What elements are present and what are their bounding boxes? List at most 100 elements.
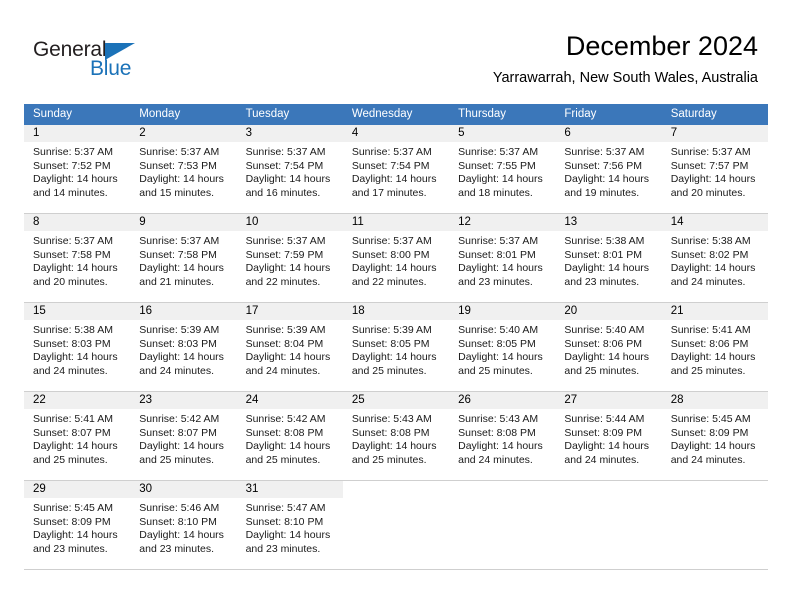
day-cell[interactable]: 17 Sunrise: 5:39 AM Sunset: 8:04 PM Dayl… xyxy=(236,303,343,391)
week-row: 8 Sunrise: 5:37 AM Sunset: 7:58 PM Dayli… xyxy=(24,214,768,303)
sunrise-text: Sunrise: 5:38 AM xyxy=(670,235,751,247)
day-cell[interactable]: 18 Sunrise: 5:39 AM Sunset: 8:05 PM Dayl… xyxy=(342,303,450,391)
sunrise-text: Sunrise: 5:38 AM xyxy=(33,324,113,336)
weekday-header-sunday: Sunday xyxy=(33,108,73,120)
sunrise-text: Sunrise: 5:40 AM xyxy=(564,324,645,336)
daylight-text-line1: Daylight: 14 hours xyxy=(245,351,331,364)
day-number: 11 xyxy=(342,214,450,231)
day-number: 21 xyxy=(661,303,768,320)
day-details: Sunrise: 5:38 AM Sunset: 8:02 PM Dayligh… xyxy=(662,231,768,289)
day-cell[interactable]: 29 Sunrise: 5:45 AM Sunset: 8:09 PM Dayl… xyxy=(24,481,131,569)
daylight-text-line2: and 15 minutes. xyxy=(139,186,214,199)
day-details: Sunrise: 5:47 AM Sunset: 8:10 PM Dayligh… xyxy=(237,498,343,556)
daylight-text-line2: and 14 minutes. xyxy=(33,186,108,199)
day-cell[interactable]: 19 Sunrise: 5:40 AM Sunset: 8:05 PM Dayl… xyxy=(449,303,556,391)
day-details: Sunrise: 5:44 AM Sunset: 8:09 PM Dayligh… xyxy=(555,409,661,467)
daylight-text-line1: Daylight: 14 hours xyxy=(33,351,118,364)
daylight-text-line1: Daylight: 14 hours xyxy=(670,440,756,453)
day-number: 13 xyxy=(555,214,662,231)
sunrise-text: Sunrise: 5:38 AM xyxy=(564,235,645,247)
sunset-text: Sunset: 8:06 PM xyxy=(564,337,643,350)
day-cell[interactable]: 14 Sunrise: 5:38 AM Sunset: 8:02 PM Dayl… xyxy=(661,214,768,302)
day-cell[interactable]: 2 Sunrise: 5:37 AM Sunset: 7:53 PM Dayli… xyxy=(130,125,237,213)
day-cell[interactable]: 15 Sunrise: 5:38 AM Sunset: 8:03 PM Dayl… xyxy=(24,303,131,391)
daylight-text-line2: and 23 minutes. xyxy=(564,275,640,288)
daylight-text-line2: and 24 minutes. xyxy=(564,453,640,466)
sunset-text: Sunset: 8:05 PM xyxy=(458,337,536,350)
daylight-text-line2: and 25 minutes. xyxy=(564,364,640,377)
daylight-text-line2: and 25 minutes. xyxy=(245,453,321,466)
daylight-text-line1: Daylight: 14 hours xyxy=(351,173,437,186)
day-details: Sunrise: 5:37 AM Sunset: 7:59 PM Dayligh… xyxy=(237,231,343,289)
daylight-text-line2: and 24 minutes. xyxy=(139,364,214,377)
day-details: Sunrise: 5:37 AM Sunset: 7:55 PM Dayligh… xyxy=(449,142,555,200)
day-cell[interactable]: 25 Sunrise: 5:43 AM Sunset: 8:08 PM Dayl… xyxy=(342,392,450,480)
day-cell[interactable]: 12 Sunrise: 5:37 AM Sunset: 8:01 PM Dayl… xyxy=(449,214,556,302)
sunrise-text: Sunrise: 5:45 AM xyxy=(33,502,113,514)
weekday-header-monday: Monday xyxy=(139,108,181,120)
day-number: 16 xyxy=(130,303,237,320)
day-number: 29 xyxy=(24,481,131,498)
daylight-text-line2: and 25 minutes. xyxy=(458,364,533,377)
day-cell[interactable]: 8 Sunrise: 5:37 AM Sunset: 7:58 PM Dayli… xyxy=(24,214,131,302)
day-cell-empty xyxy=(449,481,556,569)
day-cell[interactable]: 28 Sunrise: 5:45 AM Sunset: 8:09 PM Dayl… xyxy=(661,392,768,480)
day-number: 25 xyxy=(342,392,450,409)
day-cell[interactable]: 11 Sunrise: 5:37 AM Sunset: 8:00 PM Dayl… xyxy=(342,214,450,302)
sunrise-text: Sunrise: 5:37 AM xyxy=(458,146,539,158)
day-cell[interactable]: 13 Sunrise: 5:38 AM Sunset: 8:01 PM Dayl… xyxy=(555,214,662,302)
day-details: Sunrise: 5:45 AM Sunset: 8:09 PM Dayligh… xyxy=(662,409,768,467)
day-cell[interactable]: 4 Sunrise: 5:37 AM Sunset: 7:54 PM Dayli… xyxy=(342,125,450,213)
day-cell[interactable]: 7 Sunrise: 5:37 AM Sunset: 7:57 PM Dayli… xyxy=(661,125,768,213)
sunset-text: Sunset: 8:07 PM xyxy=(139,426,217,439)
daylight-text-line2: and 24 minutes. xyxy=(670,453,746,466)
sunrise-text: Sunrise: 5:37 AM xyxy=(245,146,326,158)
day-cell[interactable]: 30 Sunrise: 5:46 AM Sunset: 8:10 PM Dayl… xyxy=(130,481,237,569)
daylight-text-line2: and 24 minutes. xyxy=(670,275,746,288)
sunset-text: Sunset: 8:08 PM xyxy=(351,426,430,439)
day-cell-empty xyxy=(342,481,450,569)
day-cell[interactable]: 9 Sunrise: 5:37 AM Sunset: 7:58 PM Dayli… xyxy=(130,214,237,302)
sunrise-text: Sunrise: 5:37 AM xyxy=(564,146,645,158)
day-cell[interactable]: 21 Sunrise: 5:41 AM Sunset: 8:06 PM Dayl… xyxy=(661,303,768,391)
day-cell[interactable]: 26 Sunrise: 5:43 AM Sunset: 8:08 PM Dayl… xyxy=(449,392,556,480)
daylight-text-line2: and 20 minutes. xyxy=(670,186,746,199)
daylight-text-line2: and 25 minutes. xyxy=(351,453,427,466)
week-row: 22 Sunrise: 5:41 AM Sunset: 8:07 PM Dayl… xyxy=(24,392,768,481)
day-number: 14 xyxy=(661,214,768,231)
day-cell[interactable]: 20 Sunrise: 5:40 AM Sunset: 8:06 PM Dayl… xyxy=(555,303,662,391)
day-cell[interactable]: 31 Sunrise: 5:47 AM Sunset: 8:10 PM Dayl… xyxy=(236,481,343,569)
daylight-text-line2: and 24 minutes. xyxy=(245,364,321,377)
daylight-text-line1: Daylight: 14 hours xyxy=(351,262,437,275)
daylight-text-line1: Daylight: 14 hours xyxy=(458,173,543,186)
daylight-text-line1: Daylight: 14 hours xyxy=(33,262,118,275)
day-cell[interactable]: 24 Sunrise: 5:42 AM Sunset: 8:08 PM Dayl… xyxy=(236,392,343,480)
daylight-text-line1: Daylight: 14 hours xyxy=(245,173,331,186)
daylight-text-line1: Daylight: 14 hours xyxy=(670,262,756,275)
daylight-text-line1: Daylight: 14 hours xyxy=(564,351,650,364)
sunset-text: Sunset: 7:53 PM xyxy=(139,159,217,172)
daylight-text-line2: and 22 minutes. xyxy=(245,275,321,288)
sunset-text: Sunset: 7:56 PM xyxy=(564,159,643,172)
day-cell[interactable]: 5 Sunrise: 5:37 AM Sunset: 7:55 PM Dayli… xyxy=(449,125,556,213)
sunrise-text: Sunrise: 5:37 AM xyxy=(33,235,113,247)
day-cell[interactable]: 6 Sunrise: 5:37 AM Sunset: 7:56 PM Dayli… xyxy=(555,125,662,213)
daylight-text-line1: Daylight: 14 hours xyxy=(245,440,331,453)
sunset-text: Sunset: 7:54 PM xyxy=(245,159,324,172)
sunset-text: Sunset: 8:09 PM xyxy=(33,515,111,528)
day-cell[interactable]: 27 Sunrise: 5:44 AM Sunset: 8:09 PM Dayl… xyxy=(555,392,662,480)
day-number: 27 xyxy=(555,392,662,409)
day-cell[interactable]: 16 Sunrise: 5:39 AM Sunset: 8:03 PM Dayl… xyxy=(130,303,237,391)
day-cell[interactable]: 1 Sunrise: 5:37 AM Sunset: 7:52 PM Dayli… xyxy=(24,125,131,213)
day-cell[interactable]: 3 Sunrise: 5:37 AM Sunset: 7:54 PM Dayli… xyxy=(236,125,343,213)
day-cell[interactable]: 23 Sunrise: 5:42 AM Sunset: 8:07 PM Dayl… xyxy=(130,392,237,480)
day-cell[interactable]: 10 Sunrise: 5:37 AM Sunset: 7:59 PM Dayl… xyxy=(236,214,343,302)
sunset-text: Sunset: 8:08 PM xyxy=(458,426,536,439)
day-details: Sunrise: 5:38 AM Sunset: 8:01 PM Dayligh… xyxy=(555,231,661,289)
day-details: Sunrise: 5:37 AM Sunset: 8:00 PM Dayligh… xyxy=(343,231,449,289)
daylight-text-line1: Daylight: 14 hours xyxy=(33,529,118,542)
day-number xyxy=(555,481,662,498)
sunrise-text: Sunrise: 5:40 AM xyxy=(458,324,539,336)
daylight-text-line2: and 25 minutes. xyxy=(670,364,746,377)
day-cell[interactable]: 22 Sunrise: 5:41 AM Sunset: 8:07 PM Dayl… xyxy=(24,392,131,480)
